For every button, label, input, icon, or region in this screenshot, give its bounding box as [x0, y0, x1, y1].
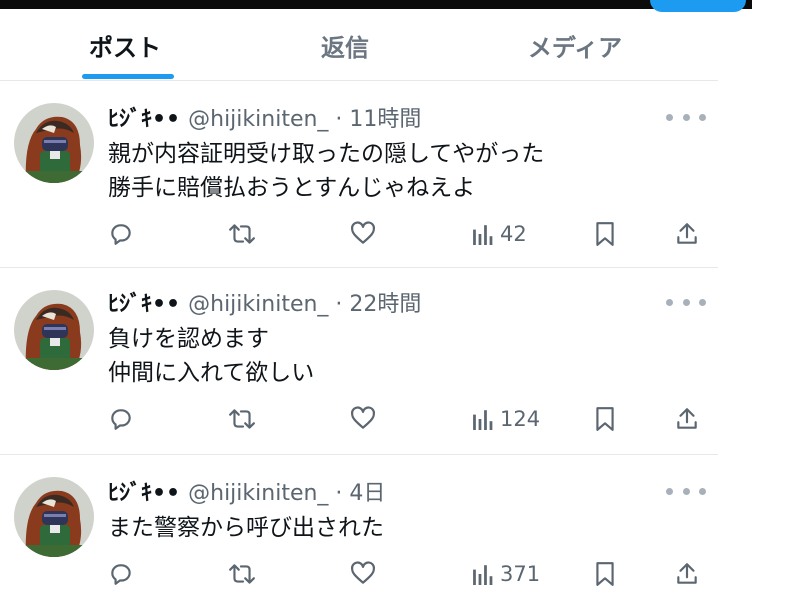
views-button[interactable]: 124	[472, 404, 540, 434]
views-button[interactable]: 371	[472, 559, 540, 589]
heart-icon	[351, 221, 375, 244]
handle-and-time[interactable]: @hijikiniten_ · 22時間	[188, 286, 421, 318]
avatar-image	[14, 477, 94, 557]
repost-button[interactable]	[228, 404, 256, 434]
repost-button[interactable]	[228, 219, 256, 249]
tweet-item[interactable]: ﾋｼﾞｷ•• @hijikiniten_ · 4日 また警察から呼び出された 3…	[0, 455, 718, 602]
tweet-actions: 42	[100, 219, 710, 249]
reply-button[interactable]	[108, 404, 134, 434]
bookmark-button[interactable]	[594, 559, 616, 589]
views-count: 124	[500, 407, 541, 431]
analytics-icon	[473, 225, 493, 245]
handle-and-time[interactable]: @hijikiniten_ · 4日	[188, 475, 385, 507]
tab-replies[interactable]: 返信	[280, 10, 410, 80]
views-count: 42	[500, 222, 527, 246]
bookmark-icon	[596, 562, 614, 586]
repost-button[interactable]	[228, 559, 256, 589]
heart-icon	[351, 561, 375, 584]
bookmark-button[interactable]	[594, 219, 616, 249]
avatar-image	[14, 103, 94, 183]
bookmark-button[interactable]	[594, 404, 616, 434]
repost-icon	[229, 564, 255, 584]
tweet-text-line: 負けを認めます	[108, 326, 269, 352]
timeline: ﾋｼﾞｷ•• @hijikiniten_ · 11時間 親が内容証明受け取ったの…	[0, 81, 718, 602]
bookmark-icon	[596, 222, 614, 246]
tweet-text: 親が内容証明受け取ったの隠してやがった 勝手に賠償払おうとすんじゃねえよ	[108, 137, 544, 205]
tweet-text: また警察から呼び出された	[108, 511, 384, 545]
like-button[interactable]	[350, 404, 376, 434]
like-button[interactable]	[350, 559, 376, 589]
repost-icon	[229, 224, 255, 244]
profile-tabs: ポスト 返信 メディア	[0, 10, 718, 81]
share-icon	[677, 408, 697, 429]
tweet-item[interactable]: ﾋｼﾞｷ•• @hijikiniten_ · 22時間 負けを認めます 仲間に入…	[0, 268, 718, 455]
avatar-image	[14, 290, 94, 370]
heart-icon	[351, 406, 375, 429]
avatar[interactable]	[14, 477, 94, 557]
tweet-header: ﾋｼﾞｷ•• @hijikiniten_ · 4日	[108, 475, 385, 507]
tweet-text-line: また警察から呼び出された	[108, 515, 384, 541]
tab-posts[interactable]: ポスト	[60, 10, 190, 80]
share-icon	[677, 223, 697, 244]
tweet-text-line: 勝手に賠償払おうとすんじゃねえよ	[108, 175, 476, 201]
like-button[interactable]	[350, 219, 376, 249]
views-count: 371	[500, 562, 541, 586]
tweet-text-line: 仲間に入れて欲しい	[108, 360, 315, 386]
more-options-icon[interactable]	[666, 111, 706, 123]
tab-media[interactable]: メディア	[500, 10, 650, 80]
tweet-actions: 371	[100, 559, 710, 589]
tweet-header: ﾋｼﾞｷ•• @hijikiniten_ · 11時間	[108, 101, 421, 133]
repost-icon	[229, 409, 255, 429]
share-button[interactable]	[674, 404, 700, 434]
analytics-icon	[473, 410, 493, 430]
share-icon	[677, 563, 697, 584]
tweet-item[interactable]: ﾋｼﾞｷ•• @hijikiniten_ · 11時間 親が内容証明受け取ったの…	[0, 81, 718, 268]
reply-button[interactable]	[108, 559, 134, 589]
display-name[interactable]: ﾋｼﾞｷ••	[108, 475, 180, 507]
tweet-text: 負けを認めます 仲間に入れて欲しい	[108, 322, 314, 390]
display-name[interactable]: ﾋｼﾞｷ••	[108, 286, 180, 318]
reply-button[interactable]	[108, 219, 134, 249]
analytics-icon	[473, 565, 493, 585]
active-tab-indicator	[82, 74, 174, 79]
tweet-actions: 124	[100, 404, 710, 434]
tweet-text-line: 親が内容証明受け取ったの隠してやがった	[108, 141, 545, 167]
share-button[interactable]	[674, 219, 700, 249]
reply-icon	[111, 224, 131, 245]
views-button[interactable]: 42	[472, 219, 527, 249]
bookmark-icon	[596, 407, 614, 431]
display-name[interactable]: ﾋｼﾞｷ••	[108, 101, 180, 133]
reply-icon	[111, 564, 131, 585]
status-bar-edge	[0, 0, 752, 9]
more-options-icon[interactable]	[666, 296, 706, 308]
tweet-header: ﾋｼﾞｷ•• @hijikiniten_ · 22時間	[108, 286, 421, 318]
handle-and-time[interactable]: @hijikiniten_ · 11時間	[188, 101, 421, 133]
avatar[interactable]	[14, 103, 94, 183]
reply-icon	[111, 409, 131, 430]
more-options-icon[interactable]	[666, 485, 706, 497]
share-button[interactable]	[674, 559, 700, 589]
avatar[interactable]	[14, 290, 94, 370]
